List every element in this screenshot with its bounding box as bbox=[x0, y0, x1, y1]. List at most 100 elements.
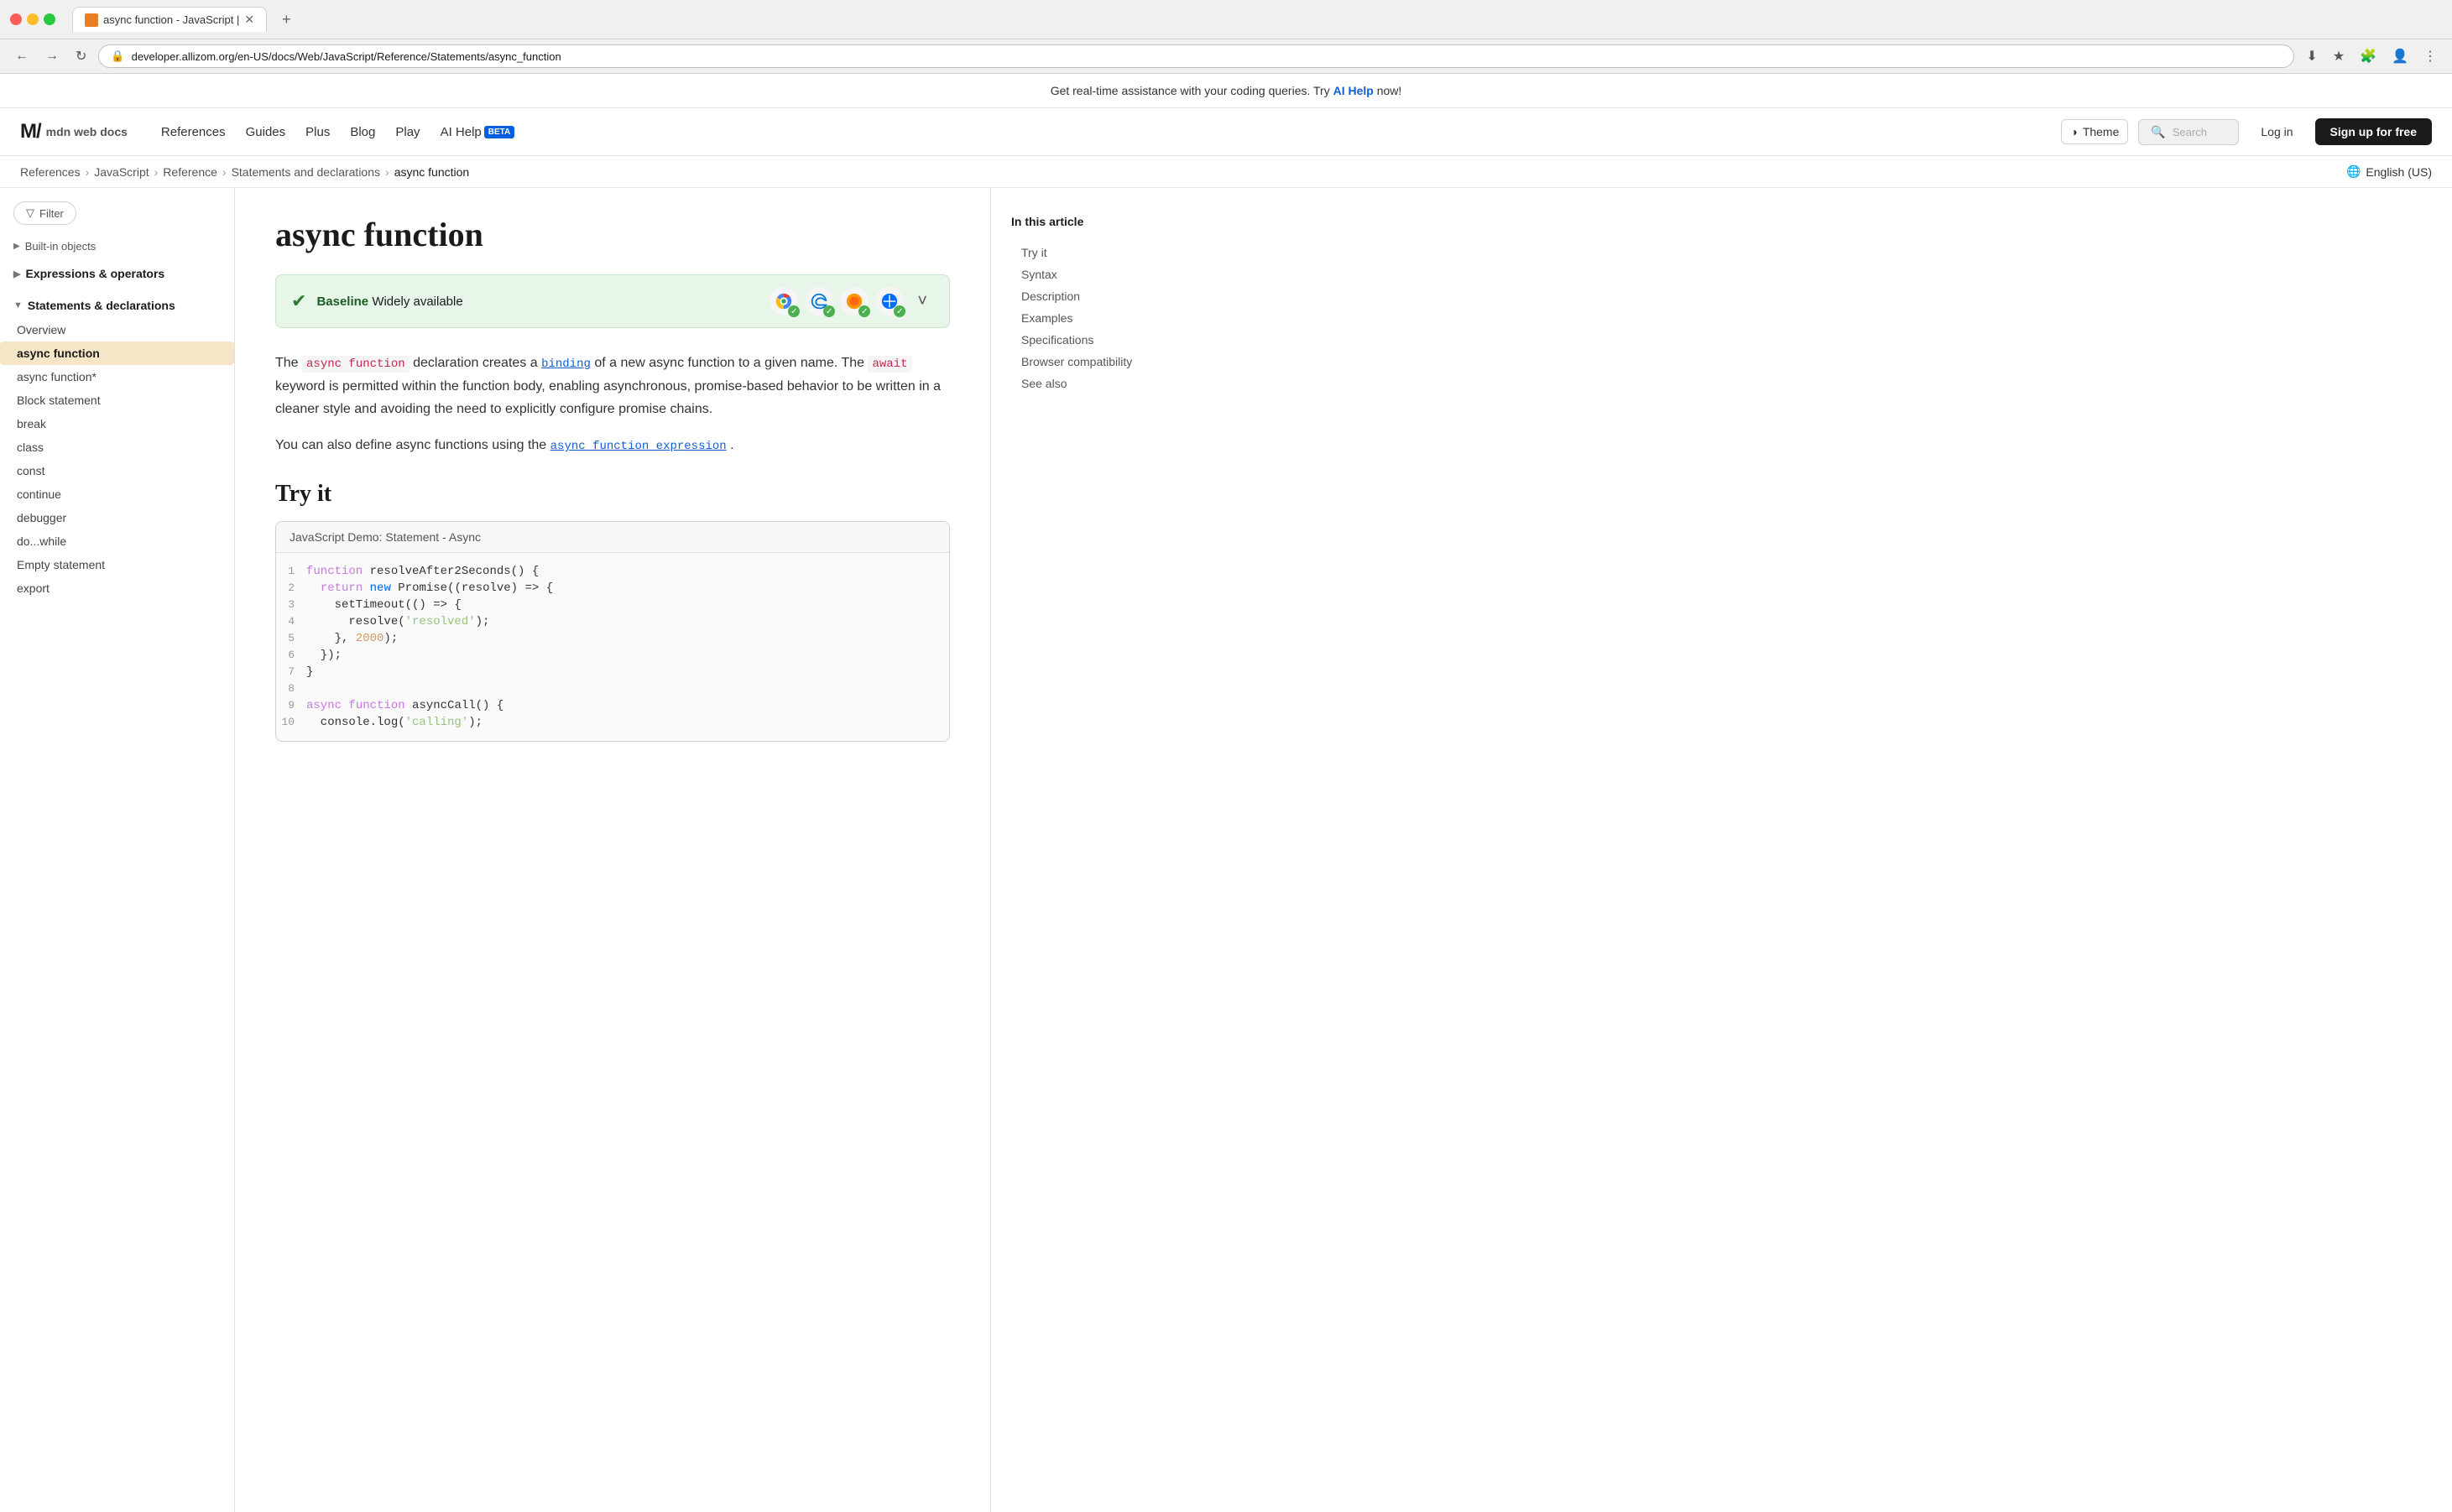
toc-link-specifications[interactable]: Specifications bbox=[1011, 333, 1155, 347]
sidebar-item-const[interactable]: const bbox=[0, 459, 234, 482]
breadcrumb-sep-2: › bbox=[154, 165, 159, 179]
nav-play[interactable]: Play bbox=[395, 125, 420, 139]
breadcrumb-reference[interactable]: Reference bbox=[163, 165, 217, 179]
header-right: ◑ Theme 🔍 Search Log in Sign up for free bbox=[2061, 118, 2432, 145]
toc-link-description[interactable]: Description bbox=[1011, 289, 1155, 303]
sidebar-item-continue[interactable]: continue bbox=[0, 482, 234, 506]
try-it-title: Try it bbox=[275, 481, 950, 508]
sidebar-group-expressions-header[interactable]: ▶ Expressions & operators bbox=[0, 261, 234, 286]
breadcrumb-references[interactable]: References bbox=[20, 165, 81, 179]
code-block: 1 function resolveAfter2Seconds() { 2 re… bbox=[276, 553, 949, 741]
sidebar-section-builtin: ▶ Built-in objects bbox=[0, 235, 234, 258]
browser-tab[interactable]: async function - JavaScript | ✕ bbox=[72, 7, 267, 32]
statements-label: Statements & declarations bbox=[28, 299, 175, 312]
nav-plus[interactable]: Plus bbox=[305, 125, 330, 139]
breadcrumb-javascript[interactable]: JavaScript bbox=[94, 165, 149, 179]
sidebar-item-async-function[interactable]: async function bbox=[0, 342, 234, 365]
builtin-label: Built-in objects bbox=[25, 240, 97, 253]
page-layout: ▽ Filter ▶ Built-in objects ▶ Expression… bbox=[0, 188, 2452, 1512]
code-line-10: 10 console.log('calling'); bbox=[276, 714, 949, 731]
browser-action-buttons: ⬇ ★ 🧩 👤 ⋮ bbox=[2301, 44, 2442, 68]
theme-button[interactable]: ◑ Theme bbox=[2061, 119, 2128, 144]
toc-link-browser-compat[interactable]: Browser compatibility bbox=[1011, 355, 1155, 368]
address-bar[interactable]: 🔒 developer.allizom.org/en-US/docs/Web/J… bbox=[98, 44, 2294, 68]
profile-button[interactable]: 👤 bbox=[2387, 44, 2413, 68]
extensions-button[interactable]: 🧩 bbox=[2355, 44, 2382, 68]
nav-references[interactable]: References bbox=[161, 125, 226, 139]
sidebar-item-dowhile[interactable]: do...while bbox=[0, 529, 234, 553]
sidebar-section-builtin-header[interactable]: ▶ Built-in objects bbox=[0, 235, 234, 258]
minimize-dot[interactable] bbox=[27, 13, 39, 25]
lang-label: English (US) bbox=[2366, 165, 2432, 179]
theme-icon: ◑ bbox=[2070, 125, 2077, 138]
baseline-banner: ✔ Baseline Widely available ✓ ✓ ✓ bbox=[275, 274, 950, 328]
close-dot[interactable] bbox=[10, 13, 22, 25]
sidebar-group-statements: ▼ Statements & declarations Overview asy… bbox=[0, 293, 234, 600]
desc-p2: keyword is permitted within the function… bbox=[275, 379, 941, 416]
sidebar-item-async-function-gen[interactable]: async function* bbox=[0, 365, 234, 388]
toc-link-tryit[interactable]: Try it bbox=[1011, 246, 1155, 259]
desc-mid: declaration creates a bbox=[413, 356, 541, 370]
toc-item-browser-compat: Browser compatibility bbox=[1011, 351, 1155, 373]
async-expression-link[interactable]: async function expression bbox=[550, 440, 727, 453]
toc-link-examples[interactable]: Examples bbox=[1011, 311, 1155, 325]
sidebar-item-block[interactable]: Block statement bbox=[0, 388, 234, 412]
menu-button[interactable]: ⋮ bbox=[2418, 44, 2442, 68]
toc-link-syntax[interactable]: Syntax bbox=[1011, 268, 1155, 281]
banner-text-after: now! bbox=[1377, 84, 1402, 97]
baseline-text: Baseline Widely available bbox=[316, 295, 462, 309]
tab-close-button[interactable]: ✕ bbox=[244, 13, 254, 27]
baseline-desc: Widely available bbox=[372, 295, 462, 309]
desc-after: of a new async function to a given name.… bbox=[594, 356, 864, 370]
baseline-browser-icons: ✓ ✓ ✓ ✓ ˅ bbox=[770, 287, 934, 315]
sidebar-item-overview[interactable]: Overview bbox=[0, 318, 234, 342]
baseline-expand-button[interactable]: ˅ bbox=[910, 289, 934, 315]
logo-m-letter: M/ bbox=[20, 120, 41, 143]
nav-blog[interactable]: Blog bbox=[350, 125, 375, 139]
code-demo: JavaScript Demo: Statement - Async 1 fun… bbox=[275, 521, 950, 742]
browser-toolbar: async function - JavaScript | ✕ + bbox=[0, 0, 2452, 39]
breadcrumb-sep-1: › bbox=[86, 165, 90, 179]
binding-link[interactable]: binding bbox=[541, 357, 591, 371]
firefox-check: ✓ bbox=[858, 305, 870, 317]
filter-button[interactable]: ▽ Filter bbox=[13, 201, 76, 225]
sidebar-item-break[interactable]: break bbox=[0, 412, 234, 435]
await-code: await bbox=[868, 356, 911, 373]
code-demo-header: JavaScript Demo: Statement - Async bbox=[276, 522, 949, 553]
toc-title: In this article bbox=[1011, 215, 1155, 228]
new-tab-button[interactable]: + bbox=[275, 11, 298, 29]
sidebar-item-export[interactable]: export bbox=[0, 576, 234, 600]
breadcrumb-statements[interactable]: Statements and declarations bbox=[232, 165, 380, 179]
refresh-button[interactable]: ↻ bbox=[70, 44, 91, 68]
baseline-check-icon: ✔ bbox=[291, 290, 306, 312]
sidebar-item-empty[interactable]: Empty statement bbox=[0, 553, 234, 576]
sidebar-item-debugger[interactable]: debugger bbox=[0, 506, 234, 529]
signup-button[interactable]: Sign up for free bbox=[2315, 118, 2432, 145]
browser-nav-bar: ← → ↻ 🔒 developer.allizom.org/en-US/docs… bbox=[0, 39, 2452, 73]
ai-help-link[interactable]: AI Help bbox=[1333, 84, 1374, 97]
bookmark-button[interactable]: ★ bbox=[2328, 44, 2350, 68]
baseline-bold: Baseline bbox=[316, 295, 368, 309]
nav-guides[interactable]: Guides bbox=[246, 125, 286, 139]
site-logo[interactable]: M/ mdn web docs bbox=[20, 120, 128, 143]
sidebar-item-class[interactable]: class bbox=[0, 435, 234, 459]
toc-sidebar: In this article Try it Syntax Descriptio… bbox=[990, 188, 1175, 1512]
filter-icon: ▽ bbox=[26, 206, 34, 220]
header-nav: References Guides Plus Blog Play AI Help… bbox=[161, 125, 514, 139]
nav-aihelp[interactable]: AI HelpBETA bbox=[441, 125, 515, 139]
breadcrumb-current: async function bbox=[394, 165, 470, 179]
back-button[interactable]: ← bbox=[10, 45, 34, 67]
forward-button[interactable]: → bbox=[40, 45, 64, 67]
description-para-1: The async function declaration creates a… bbox=[275, 352, 950, 420]
toc-link-see-also[interactable]: See also bbox=[1011, 377, 1155, 390]
search-button[interactable]: 🔍 Search bbox=[2138, 119, 2239, 145]
download-button[interactable]: ⬇ bbox=[2301, 44, 2322, 68]
banner-text: Get real-time assistance with your codin… bbox=[1051, 84, 1333, 97]
login-button[interactable]: Log in bbox=[2249, 120, 2304, 143]
maximize-dot[interactable] bbox=[44, 13, 55, 25]
sidebar-group-statements-header[interactable]: ▼ Statements & declarations bbox=[0, 293, 234, 318]
language-selector[interactable]: 🌐 English (US) bbox=[2346, 164, 2432, 179]
browser-chrome: async function - JavaScript | ✕ + ← → ↻ … bbox=[0, 0, 2452, 74]
edge-icon: ✓ bbox=[805, 287, 833, 315]
breadcrumb: References › JavaScript › Reference › St… bbox=[0, 156, 2452, 188]
